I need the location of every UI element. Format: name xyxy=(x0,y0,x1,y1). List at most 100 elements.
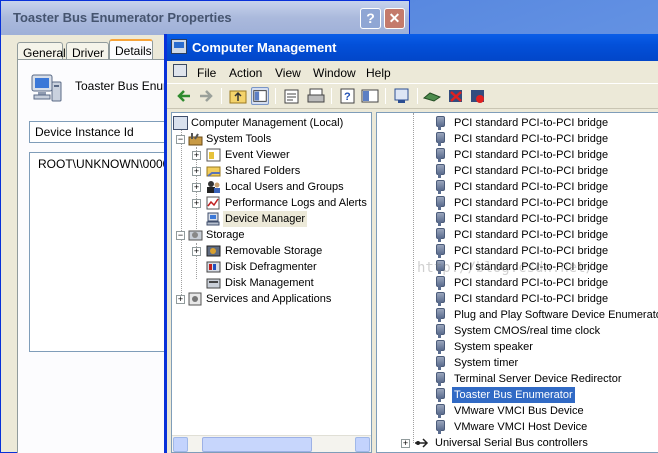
device-icon xyxy=(433,196,448,210)
help-button[interactable]: ? xyxy=(360,8,381,29)
device-icon xyxy=(433,356,448,370)
computer-management-icon xyxy=(171,39,187,54)
toolbar-separator xyxy=(331,88,332,104)
print-icon[interactable] xyxy=(307,87,325,105)
performance-icon xyxy=(206,196,220,210)
device-label: PCI standard PCI-to-PCI bridge xyxy=(454,165,609,177)
expand-icon[interactable]: + xyxy=(192,167,201,176)
scan-hardware-icon[interactable] xyxy=(393,87,411,105)
menu-bar: File Action View Window Help xyxy=(167,61,658,83)
services-icon xyxy=(188,292,202,306)
forward-arrow-icon[interactable] xyxy=(197,87,215,105)
tree-label: Shared Folders xyxy=(225,165,301,177)
tree-label: Universal Serial Bus controllers xyxy=(435,437,588,449)
storage-icon xyxy=(188,230,203,241)
device-icon xyxy=(433,132,448,146)
device-icon xyxy=(433,372,448,386)
device-label: System CMOS/real time clock xyxy=(454,325,601,337)
device-icon xyxy=(433,340,448,354)
expand-icon[interactable]: + xyxy=(401,439,410,448)
removable-storage-icon xyxy=(206,245,221,257)
menu-help[interactable]: Help xyxy=(366,66,391,80)
tree-label: Disk Defragmenter xyxy=(225,261,317,273)
device-icon xyxy=(433,276,448,290)
toolbar-separator xyxy=(385,88,386,104)
tree-line xyxy=(181,129,182,299)
tree-label: Disk Management xyxy=(225,277,314,289)
device-label: PCI standard PCI-to-PCI bridge xyxy=(454,261,609,273)
tree-label: Services and Applications xyxy=(206,293,332,305)
menu-file[interactable]: File xyxy=(197,66,216,80)
tools-icon xyxy=(188,133,203,146)
console-tree[interactable]: Computer Management (Local) − System Too… xyxy=(171,112,372,453)
scroll-thumb[interactable] xyxy=(202,437,312,452)
device-label: PCI standard PCI-to-PCI bridge xyxy=(454,197,609,209)
device-label: Plug and Play Software Device Enumerator xyxy=(454,309,658,321)
back-arrow-icon[interactable] xyxy=(175,87,193,105)
device-label: Terminal Server Device Redirector xyxy=(454,373,622,385)
tree-label: Removable Storage xyxy=(225,245,323,257)
system-menu-icon[interactable] xyxy=(173,64,187,77)
tree-label: Local Users and Groups xyxy=(225,181,344,193)
device-label: PCI standard PCI-to-PCI bridge xyxy=(454,245,609,257)
computer-management-icon xyxy=(173,116,188,130)
device-label: System timer xyxy=(454,357,519,369)
device-label: Toaster Bus Enumerator xyxy=(452,387,575,403)
usb-icon xyxy=(415,438,429,448)
tree-label: System Tools xyxy=(206,133,272,145)
expand-icon[interactable]: + xyxy=(192,247,201,256)
expand-icon[interactable]: + xyxy=(176,295,185,304)
uninstall-icon[interactable] xyxy=(447,87,465,105)
device-icon xyxy=(433,404,448,418)
tree-label: Storage xyxy=(206,229,245,241)
device-icon xyxy=(433,148,448,162)
cm-title: Computer Management xyxy=(192,40,337,55)
disable-device-icon[interactable] xyxy=(469,87,487,105)
toolbar-separator xyxy=(417,88,418,104)
tree-label: Computer Management (Local) xyxy=(191,117,344,129)
show-hide-tree-icon[interactable] xyxy=(251,87,269,105)
close-button[interactable]: ✕ xyxy=(384,8,405,29)
properties-title-bar[interactable]: Toaster Bus Enumerator Properties ? ✕ xyxy=(1,1,409,35)
device-list-pane[interactable]: PCI standard PCI-to-PCI bridge PCI standa… xyxy=(376,112,658,453)
shared-folder-icon xyxy=(206,166,221,177)
device-icon xyxy=(433,324,448,338)
update-driver-icon[interactable] xyxy=(423,87,441,105)
tree-label: Event Viewer xyxy=(225,149,290,161)
up-folder-icon[interactable] xyxy=(229,87,247,105)
menu-window[interactable]: Window xyxy=(313,66,356,80)
device-label: PCI standard PCI-to-PCI bridge xyxy=(454,181,609,193)
help-icon[interactable]: ? xyxy=(339,87,357,105)
cm-title-bar[interactable]: Computer Management xyxy=(167,34,658,61)
device-icon xyxy=(433,164,448,178)
device-label: PCI standard PCI-to-PCI bridge xyxy=(454,229,609,241)
scroll-left-icon[interactable] xyxy=(173,437,188,452)
menu-view[interactable]: View xyxy=(275,66,301,80)
defragmenter-icon xyxy=(206,261,221,273)
collapse-icon[interactable]: − xyxy=(176,135,185,144)
expand-icon[interactable]: + xyxy=(192,199,201,208)
expand-icon[interactable]: + xyxy=(192,151,201,160)
tree-horizontal-scrollbar[interactable] xyxy=(172,435,371,452)
console-icon[interactable] xyxy=(361,87,379,105)
device-manager-icon xyxy=(206,212,220,226)
tree-label: Performance Logs and Alerts xyxy=(225,197,367,209)
expand-icon[interactable]: + xyxy=(192,183,201,192)
device-icon xyxy=(433,308,448,322)
collapse-icon[interactable]: − xyxy=(176,231,185,240)
disk-management-icon xyxy=(206,278,221,289)
device-icon xyxy=(433,388,448,402)
users-icon xyxy=(207,181,220,193)
menu-action[interactable]: Action xyxy=(229,66,262,80)
properties-icon[interactable] xyxy=(283,87,301,105)
device-label: PCI standard PCI-to-PCI bridge xyxy=(454,149,609,161)
toolbar: ? xyxy=(167,83,658,109)
device-icon xyxy=(433,116,448,130)
computer-management-window: Computer Management File Action View Win… xyxy=(164,34,658,453)
device-label: PCI standard PCI-to-PCI bridge xyxy=(454,277,609,289)
device-icon xyxy=(433,244,448,258)
properties-title: Toaster Bus Enumerator Properties xyxy=(13,10,232,25)
scroll-right-icon[interactable] xyxy=(355,437,370,452)
device-label: PCI standard PCI-to-PCI bridge xyxy=(454,293,609,305)
device-icon xyxy=(433,420,448,434)
